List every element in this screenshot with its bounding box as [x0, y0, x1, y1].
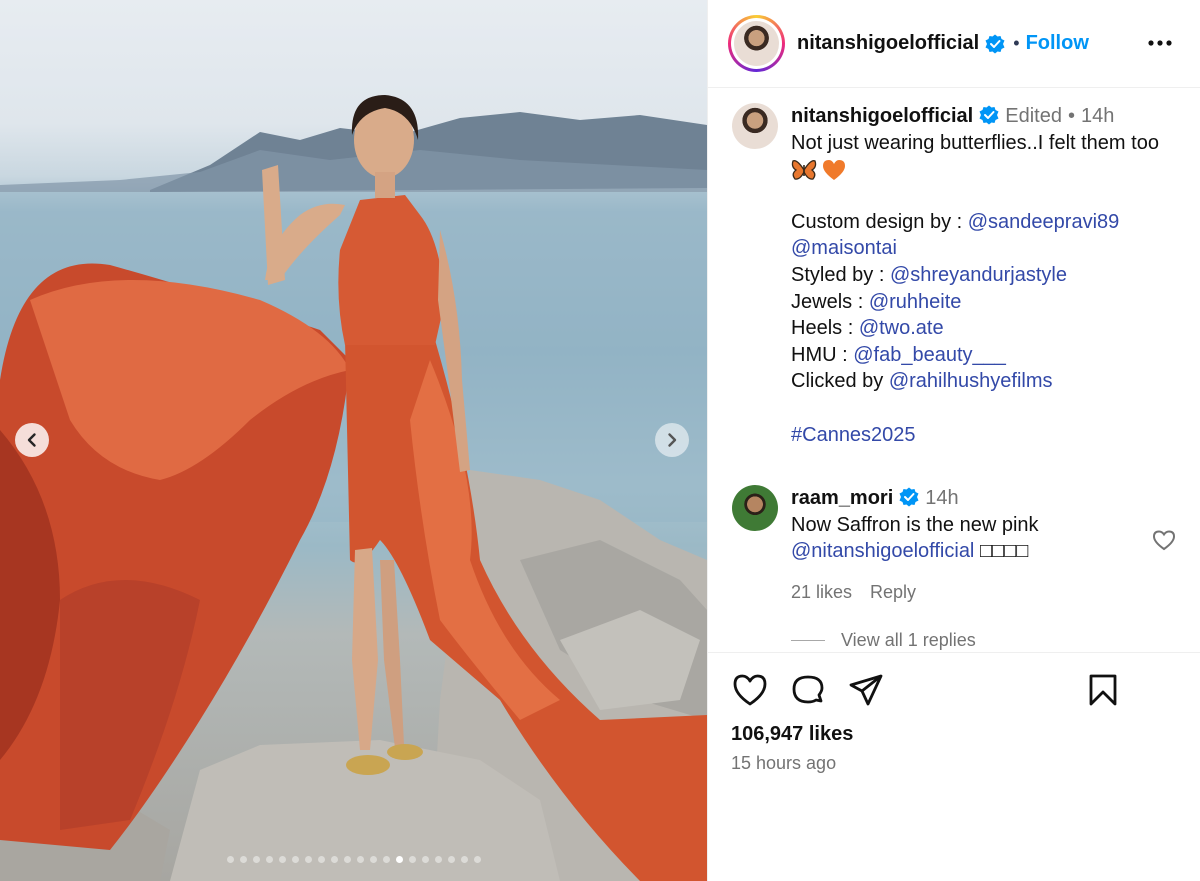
credit-line: HMU : @fab_beauty___: [791, 342, 1159, 369]
comment-button[interactable]: [790, 673, 826, 712]
edited-label: Edited: [1005, 105, 1062, 127]
carousel-next-button[interactable]: [655, 423, 689, 457]
credit-mention-link[interactable]: @maisontai: [791, 237, 897, 259]
commenter-avatar[interactable]: [732, 485, 778, 531]
caption-avatar[interactable]: [732, 103, 778, 149]
caption-time[interactable]: 14h: [1081, 105, 1114, 127]
comment-text: Now Saffron is the new pink: [791, 513, 1039, 536]
carousel-dot: [356, 856, 364, 863]
header-separator: •: [1013, 33, 1020, 53]
comment-like-heart-icon[interactable]: [1152, 529, 1176, 551]
heart-icon: [733, 674, 767, 706]
view-replies-button[interactable]: View all 1 replies: [791, 630, 976, 651]
caption-emojis: [791, 158, 1159, 182]
avatar: [734, 21, 779, 66]
carousel-dot: [460, 856, 468, 863]
credit-label: Clicked by: [791, 370, 889, 393]
view-replies-label: View all 1 replies: [841, 630, 976, 650]
more-options-icon[interactable]: [1147, 30, 1173, 56]
caption-header-line: nitanshigoelofficial Edited • 14h: [791, 103, 1159, 130]
verified-badge-icon: [979, 105, 999, 125]
comments-section[interactable]: nitanshigoelofficial Edited • 14h Not just…: [708, 89, 1200, 651]
credit-label: HMU :: [791, 343, 854, 366]
author-avatar-story-ring[interactable]: [728, 15, 785, 72]
share-button[interactable]: [848, 673, 884, 712]
carousel-dot: [434, 856, 442, 863]
comment-likes-count[interactable]: 21 likes: [791, 579, 852, 606]
post-media[interactable]: [0, 0, 707, 881]
replies-divider-line: [791, 640, 825, 641]
credit-mention-link[interactable]: @shreyandurjastyle: [890, 264, 1067, 286]
credit-mention-link[interactable]: @ruhheite: [869, 291, 962, 313]
post-caption: nitanshigoelofficial Edited • 14h Not just…: [732, 103, 1192, 448]
carousel-dot: [330, 856, 338, 863]
post-actions: [732, 673, 884, 712]
butterfly-emoji-icon: [791, 160, 817, 180]
credit-label: Custom design by :: [791, 210, 968, 233]
caption-text: Not just wearing butterflies..I felt the…: [791, 131, 1159, 154]
carousel-dot: [473, 856, 481, 863]
follow-button[interactable]: Follow: [1026, 32, 1089, 55]
credit-mention-link[interactable]: @fab_beauty___: [853, 344, 1006, 366]
carousel-indicator: [0, 856, 707, 863]
carousel-dot: [343, 856, 351, 863]
carousel-prev-button[interactable]: [15, 423, 49, 457]
chevron-right-icon: [668, 433, 677, 447]
like-button[interactable]: [732, 673, 768, 712]
comment-trailing-glyphs: □□□□: [979, 540, 1029, 563]
credit-label: Heels :: [791, 317, 859, 340]
orange-heart-emoji-icon: [823, 160, 845, 181]
carousel-dot: [382, 856, 390, 863]
credit-line: Jewels : @ruhheite: [791, 289, 1159, 316]
credit-label: Styled by :: [791, 263, 890, 286]
carousel-dot: [265, 856, 273, 863]
post-header: nitanshigoelofficial • Follow: [708, 0, 1200, 88]
comment-mention-link[interactable]: @nitanshigoelofficial: [791, 540, 974, 562]
credit-line: Clicked by @rahilhushyefilms: [791, 368, 1159, 395]
comment-username[interactable]: raam_mori: [791, 487, 893, 509]
bookmark-icon: [1089, 674, 1117, 706]
credit-line: Heels : @two.ate: [791, 315, 1159, 342]
carousel-dot: [395, 856, 403, 863]
chevron-left-icon: [27, 433, 36, 447]
carousel-dot: [369, 856, 377, 863]
carousel-dot: [447, 856, 455, 863]
credit-mention-link[interactable]: @rahilhushyefilms: [889, 370, 1053, 392]
carousel-dot: [421, 856, 429, 863]
post-footer: 106,947 likes 15 hours ago: [708, 652, 1200, 881]
caption-username[interactable]: nitanshigoelofficial: [791, 105, 973, 127]
author-username[interactable]: nitanshigoelofficial: [797, 32, 979, 55]
comment-item: raam_mori 14h Now Saffron is the new pin…: [732, 485, 1192, 605]
post-details-panel: nitanshigoelofficial • Follow nitanshigo…: [707, 0, 1200, 881]
save-button[interactable]: [1088, 673, 1118, 712]
carousel-dot: [408, 856, 416, 863]
caption-credits: Custom design by : @sandeepravi89 @maison…: [791, 209, 1159, 395]
carousel-dot: [239, 856, 247, 863]
comment-bubble-icon: [792, 675, 824, 704]
comment-header-line: raam_mori 14h: [791, 485, 1039, 512]
verified-badge-icon: [985, 34, 1005, 53]
likes-count[interactable]: 106,947 likes: [731, 723, 853, 746]
verified-badge-icon: [899, 487, 919, 507]
carousel-dot: [226, 856, 234, 863]
credit-mention-link[interactable]: @sandeepravi89: [968, 211, 1120, 233]
send-paper-plane-icon: [849, 674, 883, 706]
credit-line: @maisontai: [791, 235, 1159, 262]
hashtag-link[interactable]: #Cannes2025: [791, 422, 1159, 449]
post-timestamp[interactable]: 15 hours ago: [731, 753, 836, 774]
post-photo: [0, 95, 707, 881]
carousel-dot: [252, 856, 260, 863]
carousel-dot: [291, 856, 299, 863]
comment-time[interactable]: 14h: [925, 487, 958, 509]
credit-mention-link[interactable]: @two.ate: [859, 317, 944, 339]
meta-dot: •: [1067, 105, 1075, 127]
credit-line: Styled by : @shreyandurjastyle: [791, 262, 1159, 289]
carousel-dot: [317, 856, 325, 863]
credit-line: Custom design by : @sandeepravi89: [791, 209, 1159, 236]
credit-label: Jewels :: [791, 290, 869, 313]
carousel-dot: [278, 856, 286, 863]
carousel-dot: [304, 856, 312, 863]
comment-reply-button[interactable]: Reply: [870, 579, 916, 606]
